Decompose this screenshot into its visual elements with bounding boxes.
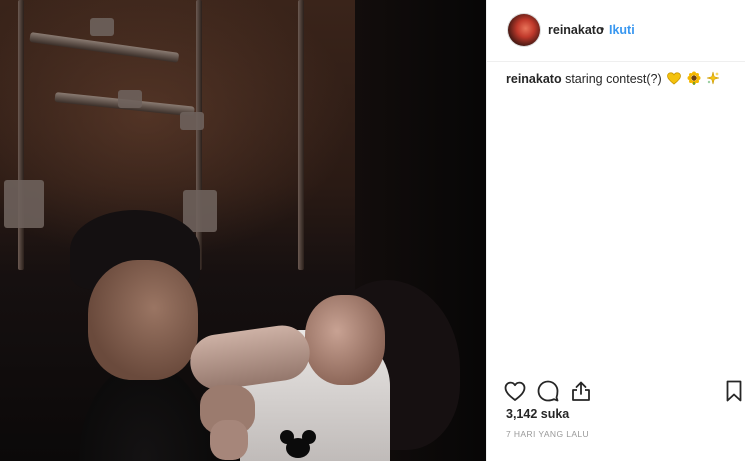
heart-icon[interactable] — [503, 379, 527, 403]
post-header: reinakato • Ikuti — [487, 0, 745, 62]
post-photo[interactable] — [0, 0, 486, 461]
share-icon[interactable] — [569, 379, 593, 403]
person-left-face — [88, 260, 198, 380]
latch-bracket — [180, 112, 204, 130]
latch-bracket — [4, 180, 44, 228]
caption-username[interactable]: reinakato — [506, 72, 562, 86]
avatar[interactable] — [508, 14, 540, 46]
post-timestamp[interactable]: 7 HARI YANG LALU — [506, 429, 589, 439]
door-latch — [29, 32, 180, 63]
follow-button[interactable]: Ikuti — [609, 23, 635, 37]
username-link[interactable]: reinakato — [548, 23, 604, 37]
yellow-heart-icon — [667, 72, 682, 88]
latch-bracket — [118, 90, 142, 108]
bookmark-icon[interactable] — [722, 379, 745, 403]
person-right-face — [305, 295, 385, 385]
caption-text: staring contest(?) — [565, 72, 662, 86]
container-rib — [298, 0, 304, 270]
sparkle-icon — [706, 71, 720, 88]
shirt-print — [280, 430, 320, 458]
container-rib — [18, 0, 24, 270]
hand — [210, 420, 248, 460]
comment-icon[interactable] — [536, 379, 560, 403]
action-bar — [487, 376, 745, 406]
likes-count[interactable]: 3,142 suka — [506, 407, 569, 421]
post-sidebar: reinakato • Ikuti reinakato staring cont… — [486, 0, 745, 461]
separator-dot: • — [600, 22, 605, 36]
caption: reinakato staring contest(?) — [506, 71, 720, 88]
latch-bracket — [90, 18, 114, 36]
sunflower-icon — [687, 71, 701, 88]
